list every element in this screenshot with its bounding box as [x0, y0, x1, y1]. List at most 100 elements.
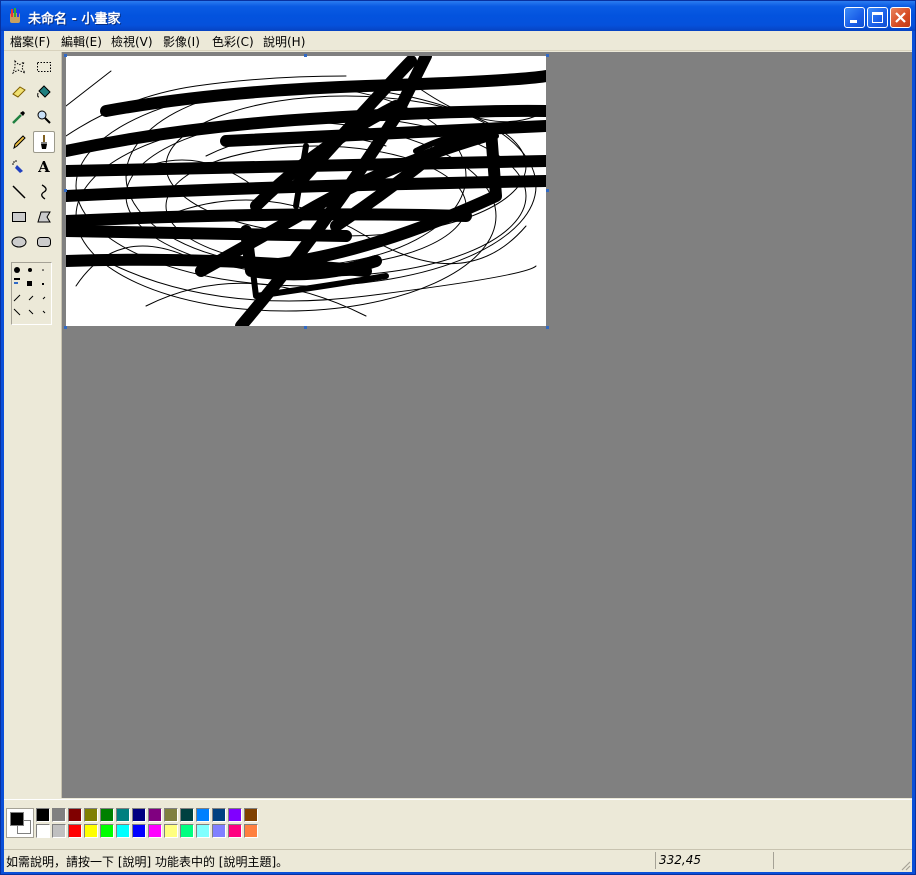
menu-view[interactable]: 檢視(V)	[111, 33, 153, 50]
resize-handle-left	[64, 189, 67, 192]
tool-curve[interactable]	[33, 181, 55, 203]
tool-polygon[interactable]	[33, 206, 55, 228]
tool-box: A	[4, 52, 62, 798]
free-form-select-icon	[12, 59, 27, 75]
maximize-button[interactable]	[867, 7, 888, 28]
close-icon	[895, 12, 906, 23]
color-swatch[interactable]	[212, 808, 226, 822]
color-palette	[4, 799, 912, 848]
color-swatch[interactable]	[52, 808, 66, 822]
color-swatch[interactable]	[100, 808, 114, 822]
menu-file[interactable]: 檔案(F)	[10, 33, 50, 50]
color-swatch[interactable]	[132, 808, 146, 822]
drawing-canvas[interactable]	[66, 56, 546, 326]
color-swatch[interactable]	[196, 824, 210, 838]
menu-image[interactable]: 影像(I)	[163, 33, 200, 50]
eraser-icon	[12, 86, 26, 98]
tool-line[interactable]	[8, 181, 30, 203]
resize-handle-top-left	[64, 54, 67, 57]
pencil-icon	[13, 135, 26, 150]
color-swatch[interactable]	[164, 824, 178, 838]
ellipse-icon	[11, 236, 27, 248]
tool-color-picker[interactable]	[8, 106, 30, 128]
tool-rounded-rect[interactable]	[33, 231, 55, 253]
resize-handle-top	[304, 54, 307, 57]
size-grip-icon[interactable]	[899, 859, 911, 871]
color-swatch[interactable]	[244, 808, 258, 822]
fill-icon	[37, 85, 51, 98]
tool-brush[interactable]	[33, 131, 55, 153]
minimize-button[interactable]	[844, 7, 865, 28]
resize-handle-top-right	[546, 54, 549, 57]
color-swatch[interactable]	[212, 824, 226, 838]
title-bar[interactable]: 未命名 - 小畫家	[1, 1, 915, 31]
curve-icon	[41, 184, 47, 200]
color-swatch[interactable]	[84, 824, 98, 838]
rect-select-icon	[37, 62, 51, 72]
tool-airbrush[interactable]	[8, 156, 30, 178]
airbrush-icon	[12, 160, 23, 173]
color-swatch[interactable]	[148, 824, 162, 838]
color-swatch[interactable]	[36, 824, 50, 838]
client-area: 檔案(F) 編輯(E) 檢視(V) 影像(I) 色彩(C) 說明(H) A 如需…	[4, 31, 912, 872]
paint-window: 未命名 - 小畫家 檔案(F) 編輯(E) 檢視(V) 影像(I) 色彩(C) …	[0, 0, 916, 875]
status-pane-size	[773, 852, 891, 869]
color-swatch[interactable]	[148, 808, 162, 822]
resize-handle-corner[interactable]	[546, 326, 549, 329]
tool-magnifier[interactable]	[33, 106, 55, 128]
minimize-icon	[850, 20, 857, 23]
color-swatch[interactable]	[180, 808, 194, 822]
resize-handle-bottom[interactable]	[304, 326, 307, 329]
menu-edit[interactable]: 編輯(E)	[61, 33, 102, 50]
foreground-color[interactable]	[10, 812, 24, 826]
cursor-coordinates: 332,45	[659, 853, 701, 867]
color-swatch[interactable]	[84, 808, 98, 822]
color-swatch[interactable]	[180, 824, 194, 838]
status-bar: 如需說明，請按一下 [說明] 功能表中的 [說明主題]。 332,45	[4, 849, 912, 872]
color-swatch[interactable]	[52, 824, 66, 838]
color-swatch[interactable]	[68, 808, 82, 822]
polygon-icon	[37, 211, 51, 223]
status-help-text: 如需說明，請按一下 [說明] 功能表中的 [說明主題]。	[6, 855, 289, 869]
brush-shape-options[interactable]	[12, 263, 51, 324]
color-swatch[interactable]	[36, 808, 50, 822]
color-swatch[interactable]	[100, 824, 114, 838]
close-button[interactable]	[890, 7, 911, 28]
brush-icon	[41, 135, 47, 149]
tool-pencil[interactable]	[8, 131, 30, 153]
color-swatch[interactable]	[116, 824, 130, 838]
paint-app-icon	[10, 8, 20, 23]
brush-options-box	[11, 262, 52, 325]
color-swatch[interactable]	[228, 824, 242, 838]
maximize-icon	[872, 12, 883, 23]
rounded-rect-icon	[37, 237, 51, 247]
color-swatch[interactable]	[244, 824, 258, 838]
tool-rect-select[interactable]	[33, 56, 55, 78]
canvas-area[interactable]	[62, 52, 912, 798]
color-picker-icon	[12, 111, 25, 124]
menu-help[interactable]: 說明(H)	[263, 33, 305, 50]
tool-eraser[interactable]	[8, 81, 30, 103]
color-swatch[interactable]	[196, 808, 210, 822]
color-swatch[interactable]	[68, 824, 82, 838]
color-swatch[interactable]	[132, 824, 146, 838]
text-icon: A	[38, 158, 50, 176]
rectangle-icon	[12, 212, 26, 222]
menu-bar: 檔案(F) 編輯(E) 檢視(V) 影像(I) 色彩(C) 說明(H)	[4, 31, 912, 51]
tool-rectangle[interactable]	[8, 206, 30, 228]
tool-free-form-select[interactable]	[8, 56, 30, 78]
color-swatch[interactable]	[116, 808, 130, 822]
scribble-drawing	[66, 56, 546, 326]
window-title: 未命名 - 小畫家	[28, 12, 121, 27]
current-colors[interactable]	[6, 808, 34, 838]
resize-handle-bottom-left	[64, 326, 67, 329]
magnifier-icon	[37, 110, 51, 124]
tool-ellipse[interactable]	[8, 231, 30, 253]
line-icon	[12, 185, 26, 199]
color-swatch[interactable]	[164, 808, 178, 822]
color-swatch[interactable]	[228, 808, 242, 822]
menu-colors[interactable]: 色彩(C)	[212, 33, 254, 50]
resize-handle-right[interactable]	[546, 189, 549, 192]
tool-text[interactable]: A	[33, 156, 55, 178]
tool-fill[interactable]	[33, 81, 55, 103]
